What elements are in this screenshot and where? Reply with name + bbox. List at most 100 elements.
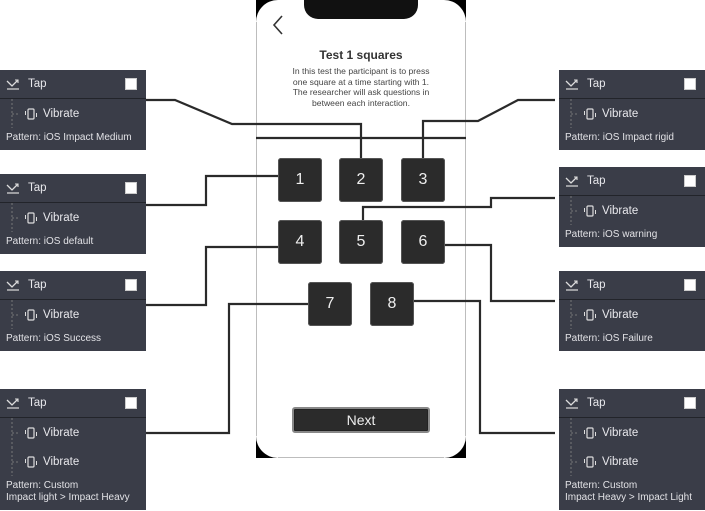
- tree-connector: [570, 300, 579, 329]
- trigger-row[interactable]: Tap: [0, 174, 146, 203]
- phone-corner: [444, 0, 466, 22]
- test-description: In this test the participant is to press…: [292, 66, 430, 108]
- action-label: Vibrate: [43, 426, 80, 439]
- vibrate-phone-icon: [584, 455, 596, 468]
- tree-connector: [570, 418, 579, 447]
- tap-gesture-icon: [565, 280, 578, 291]
- interaction-panel-square-6: Tap Vibrate Pattern: iOS Failure: [559, 271, 705, 351]
- trigger-row[interactable]: Tap: [0, 389, 146, 418]
- interaction-panel-square-3: Tap Vibrate Pattern: iOS Impact rigid: [559, 70, 705, 150]
- tree-connector: [11, 447, 20, 476]
- trigger-row[interactable]: Tap: [0, 271, 146, 300]
- action-label: Vibrate: [602, 308, 639, 321]
- tap-gesture-icon: [6, 280, 19, 291]
- phone-notch: [304, 0, 418, 19]
- tree-connector: [11, 418, 20, 447]
- action-label: Vibrate: [43, 455, 80, 468]
- tree-connector: [570, 447, 579, 476]
- phone-corner: [444, 436, 466, 458]
- enable-checkbox[interactable]: [684, 279, 696, 291]
- trigger-row[interactable]: Tap: [559, 389, 705, 418]
- pattern-line: Pattern: iOS Impact rigid: [565, 132, 674, 143]
- trigger-row[interactable]: Tap: [559, 70, 705, 99]
- trigger-label: Tap: [587, 397, 606, 409]
- action-row[interactable]: Vibrate: [0, 203, 146, 232]
- tree-connector: [11, 300, 20, 329]
- tap-gesture-icon: [6, 183, 19, 194]
- vibrate-phone-icon: [25, 455, 37, 468]
- square-6[interactable]: 6: [401, 220, 445, 264]
- tap-gesture-icon: [6, 398, 19, 409]
- vibrate-phone-icon: [584, 426, 596, 439]
- enable-checkbox[interactable]: [684, 397, 696, 409]
- interaction-panel-square-4: Tap Vibrate Pattern: iOS Success: [0, 271, 146, 351]
- vibrate-phone-icon: [584, 204, 596, 217]
- pattern-line: Impact light > Impact Heavy: [6, 492, 130, 503]
- interaction-panel-square-1: Tap Vibrate Pattern: iOS default: [0, 174, 146, 254]
- pattern-text: Pattern: iOS warning: [559, 225, 705, 247]
- test-title: Test 1 squares: [319, 48, 403, 62]
- trigger-label: Tap: [28, 182, 47, 194]
- tap-gesture-icon: [565, 176, 578, 187]
- trigger-label: Tap: [28, 78, 47, 90]
- enable-checkbox[interactable]: [684, 175, 696, 187]
- square-8[interactable]: 8: [370, 282, 414, 326]
- action-label: Vibrate: [602, 426, 639, 439]
- interaction-panel-square-2: Tap Vibrate Pattern: iOS Impact Medium: [0, 70, 146, 150]
- action-row[interactable]: Vibrate: [559, 418, 705, 447]
- tree-connector: [570, 196, 579, 225]
- square-7[interactable]: 7: [308, 282, 352, 326]
- action-row[interactable]: Vibrate: [0, 418, 146, 447]
- action-row[interactable]: Vibrate: [559, 447, 705, 476]
- vibrate-phone-icon: [25, 308, 37, 321]
- tap-gesture-icon: [565, 79, 578, 90]
- trigger-row[interactable]: Tap: [0, 70, 146, 99]
- trigger-row[interactable]: Tap: [559, 167, 705, 196]
- tap-gesture-icon: [6, 79, 19, 90]
- pattern-text: Pattern: iOS default: [0, 232, 146, 254]
- interaction-panel-square-7: Tap Vibrate Vibrate Pattern: Custom Impac…: [0, 389, 146, 510]
- action-row[interactable]: Vibrate: [559, 300, 705, 329]
- square-4[interactable]: 4: [278, 220, 322, 264]
- chevron-left-icon: [272, 15, 283, 35]
- trigger-row[interactable]: Tap: [559, 271, 705, 300]
- pattern-text: Pattern: Custom Impact light > Impact Hea…: [0, 476, 146, 510]
- pattern-line: Pattern: iOS default: [6, 236, 94, 247]
- tap-gesture-icon: [565, 398, 578, 409]
- tree-connector: [570, 99, 579, 128]
- action-label: Vibrate: [43, 107, 80, 120]
- action-row[interactable]: Vibrate: [0, 300, 146, 329]
- interaction-panel-square-8: Tap Vibrate Vibrate Pattern: Custom Impac…: [559, 389, 705, 510]
- trigger-label: Tap: [587, 78, 606, 90]
- trigger-label: Tap: [28, 279, 47, 291]
- pattern-text: Pattern: iOS Success: [0, 329, 146, 351]
- pattern-line: Pattern: iOS Failure: [565, 333, 653, 344]
- square-2[interactable]: 2: [339, 158, 383, 202]
- pattern-line: Pattern: iOS Success: [6, 333, 102, 344]
- square-5[interactable]: 5: [339, 220, 383, 264]
- action-row[interactable]: Vibrate: [559, 196, 705, 225]
- back-button[interactable]: [271, 14, 285, 36]
- action-row[interactable]: Vibrate: [0, 447, 146, 476]
- phone-corner: [256, 436, 278, 458]
- pattern-text: Pattern: iOS Impact Medium: [0, 128, 146, 150]
- square-3[interactable]: 3: [401, 158, 445, 202]
- interaction-panel-square-5: Tap Vibrate Pattern: iOS warning: [559, 167, 705, 247]
- pattern-line: Pattern: iOS Impact Medium: [6, 132, 132, 143]
- vibrate-phone-icon: [25, 107, 37, 120]
- pattern-line: Impact Heavy > Impact Light: [565, 492, 693, 503]
- action-label: Vibrate: [602, 204, 639, 217]
- square-1[interactable]: 1: [278, 158, 322, 202]
- vibrate-phone-icon: [584, 107, 596, 120]
- enable-checkbox[interactable]: [125, 78, 137, 90]
- tree-connector: [11, 203, 20, 232]
- vibrate-phone-icon: [25, 211, 37, 224]
- enable-checkbox[interactable]: [125, 397, 137, 409]
- next-button[interactable]: Next: [292, 407, 430, 433]
- action-row[interactable]: Vibrate: [559, 99, 705, 128]
- enable-checkbox[interactable]: [125, 182, 137, 194]
- action-label: Vibrate: [43, 211, 80, 224]
- enable-checkbox[interactable]: [684, 78, 696, 90]
- enable-checkbox[interactable]: [125, 279, 137, 291]
- action-row[interactable]: Vibrate: [0, 99, 146, 128]
